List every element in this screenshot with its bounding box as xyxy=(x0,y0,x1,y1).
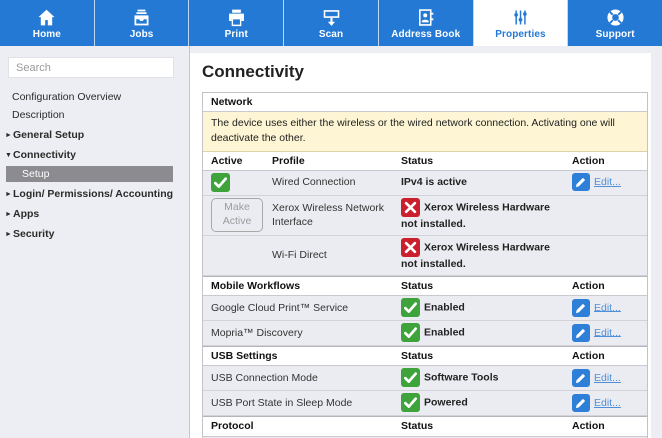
chevron-right-icon: ► xyxy=(5,231,13,238)
check-icon xyxy=(401,368,420,387)
status-cell: Xerox Wireless Hardware not installed. xyxy=(401,238,572,272)
check-icon xyxy=(211,173,230,192)
search-input[interactable] xyxy=(8,57,174,78)
network-section-header: Network xyxy=(203,93,647,112)
status-text: IPv4 is active xyxy=(401,175,572,189)
service-label: Google Cloud Print™ Service xyxy=(211,301,401,315)
service-label: Mopria™ Discovery xyxy=(211,326,401,340)
col-active: Active xyxy=(211,154,272,168)
sidebar-item-setup-selected[interactable]: Setup xyxy=(6,166,173,182)
main-panel: Connectivity Network The device uses eit… xyxy=(190,53,651,438)
error-x-icon xyxy=(401,238,420,257)
edit-link[interactable]: Edit... xyxy=(594,372,621,384)
tab-properties[interactable]: Properties xyxy=(474,0,569,46)
print-icon xyxy=(226,7,247,28)
home-icon xyxy=(36,7,57,28)
table-row-wired-connection: Wired Connection IPv4 is active Edit... xyxy=(203,171,647,196)
sidebar-item-general-setup[interactable]: ►General Setup xyxy=(0,127,189,143)
profile-label: Wi-Fi Direct xyxy=(272,248,401,262)
tab-jobs[interactable]: Jobs xyxy=(95,0,190,46)
protocol-header: Protocol Status Action xyxy=(203,416,647,436)
edit-pencil-icon[interactable] xyxy=(572,173,590,191)
service-label: USB Port State in Sleep Mode xyxy=(211,396,401,410)
address-book-icon xyxy=(415,7,436,28)
col-status: Status xyxy=(401,154,572,168)
profile-label: Wired Connection xyxy=(272,175,401,189)
table-row-xerox-wireless: Make Active Xerox Wireless Network Inter… xyxy=(203,196,647,236)
table-row-usb-connection-mode: USB Connection Mode Software Tools Edit.… xyxy=(203,366,647,391)
sidebar-item-login-permissions-accounting[interactable]: ►Login/ Permissions/ Accounting xyxy=(0,186,189,202)
check-icon xyxy=(401,298,420,317)
mobile-workflows-header: Mobile Workflows Status Action xyxy=(203,276,647,296)
tab-home[interactable]: Home xyxy=(0,0,95,46)
edit-link[interactable]: Edit... xyxy=(594,397,621,409)
edit-link[interactable]: Edit... xyxy=(594,326,621,338)
scan-icon xyxy=(321,7,342,28)
properties-sliders-icon xyxy=(510,7,531,28)
table-row-usb-port-state: USB Port State in Sleep Mode Powered Edi… xyxy=(203,391,647,416)
top-nav: Home Jobs Print Scan Address Book Proper… xyxy=(0,0,662,46)
jobs-icon xyxy=(131,7,152,28)
network-column-headers: Active Profile Status Action xyxy=(203,152,647,171)
tab-address-book[interactable]: Address Book xyxy=(379,0,474,46)
table-row-google-cloud-print: Google Cloud Print™ Service Enabled Edit… xyxy=(203,296,647,321)
tab-properties-label: Properties xyxy=(495,29,545,40)
error-x-icon xyxy=(401,198,420,217)
service-label: USB Connection Mode xyxy=(211,371,401,385)
sidebar: Configuration Overview Description ►Gene… xyxy=(0,46,190,438)
edit-pencil-icon[interactable] xyxy=(572,324,590,342)
table-row-mopria-discovery: Mopria™ Discovery Enabled Edit... xyxy=(203,321,647,346)
edit-link[interactable]: Edit... xyxy=(594,176,621,188)
edit-pencil-icon[interactable] xyxy=(572,369,590,387)
tab-address-book-label: Address Book xyxy=(391,29,460,40)
table-row-wifi-direct: Wi-Fi Direct Xerox Wireless Hardware not… xyxy=(203,236,647,276)
tab-support-label: Support xyxy=(596,29,635,40)
connectivity-table: Network The device uses either the wirel… xyxy=(202,92,648,438)
edit-link[interactable]: Edit... xyxy=(594,301,621,313)
chevron-right-icon: ► xyxy=(5,132,13,139)
sidebar-item-security[interactable]: ►Security xyxy=(0,226,189,242)
tab-scan-label: Scan xyxy=(319,29,343,40)
tab-home-label: Home xyxy=(33,29,61,40)
support-lifering-icon xyxy=(605,7,626,28)
status-cell: Xerox Wireless Hardware not installed. xyxy=(401,198,572,232)
action-cell: Edit... xyxy=(572,173,647,191)
col-action: Action xyxy=(572,154,647,168)
make-active-button[interactable]: Make Active xyxy=(211,198,263,231)
network-notice: The device uses either the wireless or t… xyxy=(203,112,647,152)
col-profile: Profile xyxy=(272,154,401,168)
chevron-right-icon: ► xyxy=(5,211,13,218)
tab-scan[interactable]: Scan xyxy=(284,0,379,46)
tab-print[interactable]: Print xyxy=(189,0,284,46)
edit-pencil-icon[interactable] xyxy=(572,299,590,317)
usb-settings-header: USB Settings Status Action xyxy=(203,346,647,366)
sidebar-item-apps[interactable]: ►Apps xyxy=(0,206,189,222)
tab-print-label: Print xyxy=(225,29,248,40)
profile-label: Xerox Wireless Network Interface xyxy=(272,201,401,229)
tab-jobs-label: Jobs xyxy=(130,29,154,40)
check-icon xyxy=(401,323,420,342)
chevron-down-icon: ▼ xyxy=(5,152,13,159)
sidebar-nav: Configuration Overview Description ►Gene… xyxy=(0,89,189,242)
page-title: Connectivity xyxy=(202,62,651,82)
chevron-right-icon: ► xyxy=(5,191,13,198)
edit-pencil-icon[interactable] xyxy=(572,394,590,412)
tab-support[interactable]: Support xyxy=(568,0,662,46)
sidebar-item-description[interactable]: Description xyxy=(0,107,189,123)
sidebar-item-connectivity[interactable]: ▼Connectivity xyxy=(0,147,189,163)
check-icon xyxy=(401,393,420,412)
sidebar-item-configuration-overview[interactable]: Configuration Overview xyxy=(0,89,189,105)
